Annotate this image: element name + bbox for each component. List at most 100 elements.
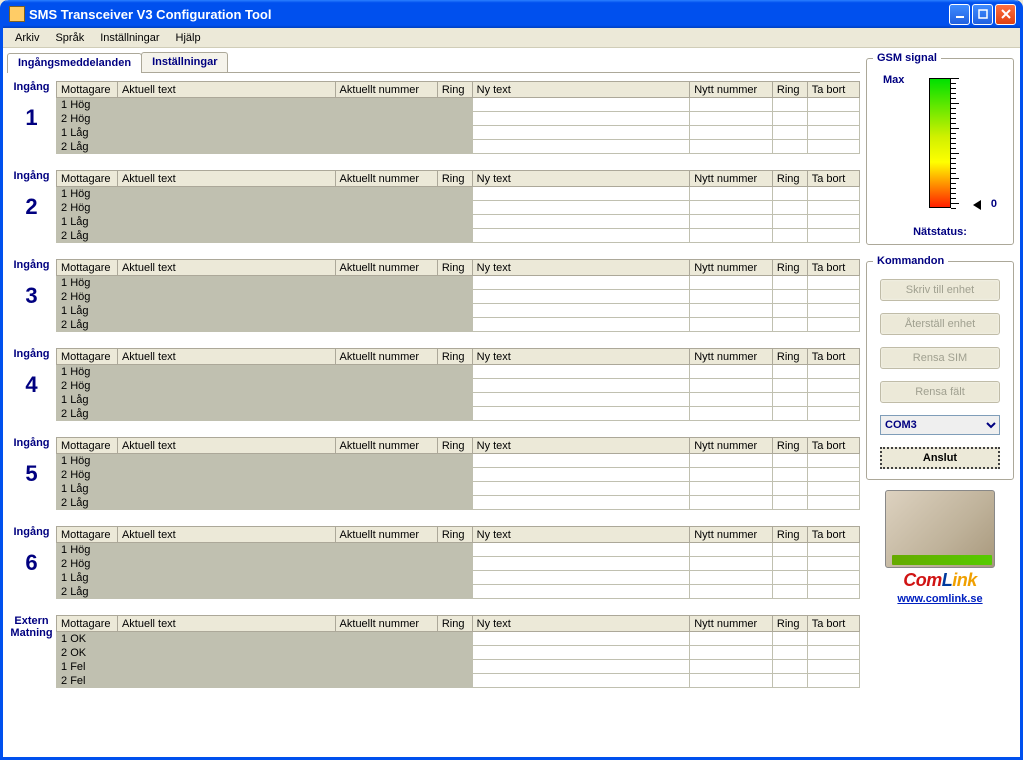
cell[interactable] (690, 660, 773, 674)
cell[interactable] (807, 229, 859, 243)
col-ta_bort[interactable]: Ta bort (807, 82, 859, 98)
col-ring2[interactable]: Ring (772, 260, 807, 276)
col-ny_text[interactable]: Ny text (472, 82, 690, 98)
menu-arkiv[interactable]: Arkiv (7, 32, 47, 44)
col-ring[interactable]: Ring (437, 260, 472, 276)
cell[interactable] (472, 98, 690, 112)
cell[interactable] (690, 632, 773, 646)
col-aktuellt_nummer[interactable]: Aktuellt nummer (335, 527, 437, 543)
cell[interactable] (807, 632, 859, 646)
cell[interactable] (807, 468, 859, 482)
cell[interactable] (772, 304, 807, 318)
cell[interactable] (772, 290, 807, 304)
cell[interactable] (690, 407, 773, 421)
cell[interactable] (807, 276, 859, 290)
cell[interactable] (772, 632, 807, 646)
cell[interactable] (472, 290, 690, 304)
cell[interactable] (690, 112, 773, 126)
col-aktuellt_nummer[interactable]: Aktuellt nummer (335, 260, 437, 276)
col-nytt_nummer[interactable]: Nytt nummer (690, 527, 773, 543)
cell[interactable] (690, 674, 773, 688)
col-ring[interactable]: Ring (437, 527, 472, 543)
cell[interactable] (772, 393, 807, 407)
col-aktuellt_nummer[interactable]: Aktuellt nummer (335, 82, 437, 98)
menu-installningar[interactable]: Inställningar (92, 32, 167, 44)
cell[interactable] (690, 229, 773, 243)
cell[interactable] (690, 304, 773, 318)
col-ny_text[interactable]: Ny text (472, 438, 690, 454)
col-ring[interactable]: Ring (437, 438, 472, 454)
cell[interactable] (472, 276, 690, 290)
cell[interactable] (690, 276, 773, 290)
cell[interactable] (807, 187, 859, 201)
col-aktuell_text[interactable]: Aktuell text (117, 616, 335, 632)
cell[interactable] (772, 557, 807, 571)
cell[interactable] (807, 571, 859, 585)
tab-installningar[interactable]: Inställningar (141, 52, 228, 72)
cell[interactable] (690, 543, 773, 557)
cell[interactable] (472, 215, 690, 229)
col-mottagare[interactable]: Mottagare (57, 260, 118, 276)
cell[interactable] (472, 674, 690, 688)
col-mottagare[interactable]: Mottagare (57, 171, 118, 187)
cell[interactable] (807, 674, 859, 688)
col-ring2[interactable]: Ring (772, 616, 807, 632)
menu-hjalp[interactable]: Hjälp (168, 32, 209, 44)
minimize-button[interactable] (949, 4, 970, 25)
col-ring[interactable]: Ring (437, 82, 472, 98)
cell[interactable] (807, 126, 859, 140)
cell[interactable] (807, 98, 859, 112)
col-nytt_nummer[interactable]: Nytt nummer (690, 171, 773, 187)
cell[interactable] (690, 571, 773, 585)
cell[interactable] (472, 557, 690, 571)
com-port-select[interactable]: COM3 (880, 415, 1000, 435)
cell[interactable] (690, 557, 773, 571)
brand-link[interactable]: www.comlink.se (897, 593, 982, 605)
cell[interactable] (690, 140, 773, 154)
cell[interactable] (807, 318, 859, 332)
cell[interactable] (472, 660, 690, 674)
cell[interactable] (807, 482, 859, 496)
cell[interactable] (807, 660, 859, 674)
cell[interactable] (772, 646, 807, 660)
col-ta_bort[interactable]: Ta bort (807, 438, 859, 454)
cell[interactable] (807, 140, 859, 154)
cell[interactable] (772, 660, 807, 674)
cell[interactable] (807, 201, 859, 215)
cell[interactable] (472, 318, 690, 332)
cell[interactable] (772, 585, 807, 599)
cell[interactable] (772, 229, 807, 243)
col-ring2[interactable]: Ring (772, 171, 807, 187)
cell[interactable] (772, 276, 807, 290)
cell[interactable] (807, 112, 859, 126)
cell[interactable] (772, 379, 807, 393)
col-ring[interactable]: Ring (437, 349, 472, 365)
col-ring2[interactable]: Ring (772, 82, 807, 98)
cell[interactable] (807, 585, 859, 599)
cell[interactable] (772, 201, 807, 215)
col-ny_text[interactable]: Ny text (472, 171, 690, 187)
cell[interactable] (472, 468, 690, 482)
maximize-button[interactable] (972, 4, 993, 25)
cell[interactable] (690, 646, 773, 660)
cell[interactable] (472, 496, 690, 510)
col-mottagare[interactable]: Mottagare (57, 616, 118, 632)
col-nytt_nummer[interactable]: Nytt nummer (690, 438, 773, 454)
cell[interactable] (690, 290, 773, 304)
col-ring2[interactable]: Ring (772, 527, 807, 543)
cell[interactable] (472, 407, 690, 421)
col-ring2[interactable]: Ring (772, 438, 807, 454)
cell[interactable] (807, 304, 859, 318)
cell[interactable] (690, 318, 773, 332)
col-aktuellt_nummer[interactable]: Aktuellt nummer (335, 349, 437, 365)
cell[interactable] (772, 187, 807, 201)
cell[interactable] (772, 98, 807, 112)
cell[interactable] (472, 187, 690, 201)
cell[interactable] (772, 468, 807, 482)
cell[interactable] (472, 126, 690, 140)
col-aktuellt_nummer[interactable]: Aktuellt nummer (335, 438, 437, 454)
col-ta_bort[interactable]: Ta bort (807, 527, 859, 543)
cell[interactable] (807, 557, 859, 571)
menu-sprak[interactable]: Språk (47, 32, 92, 44)
cell[interactable] (690, 201, 773, 215)
